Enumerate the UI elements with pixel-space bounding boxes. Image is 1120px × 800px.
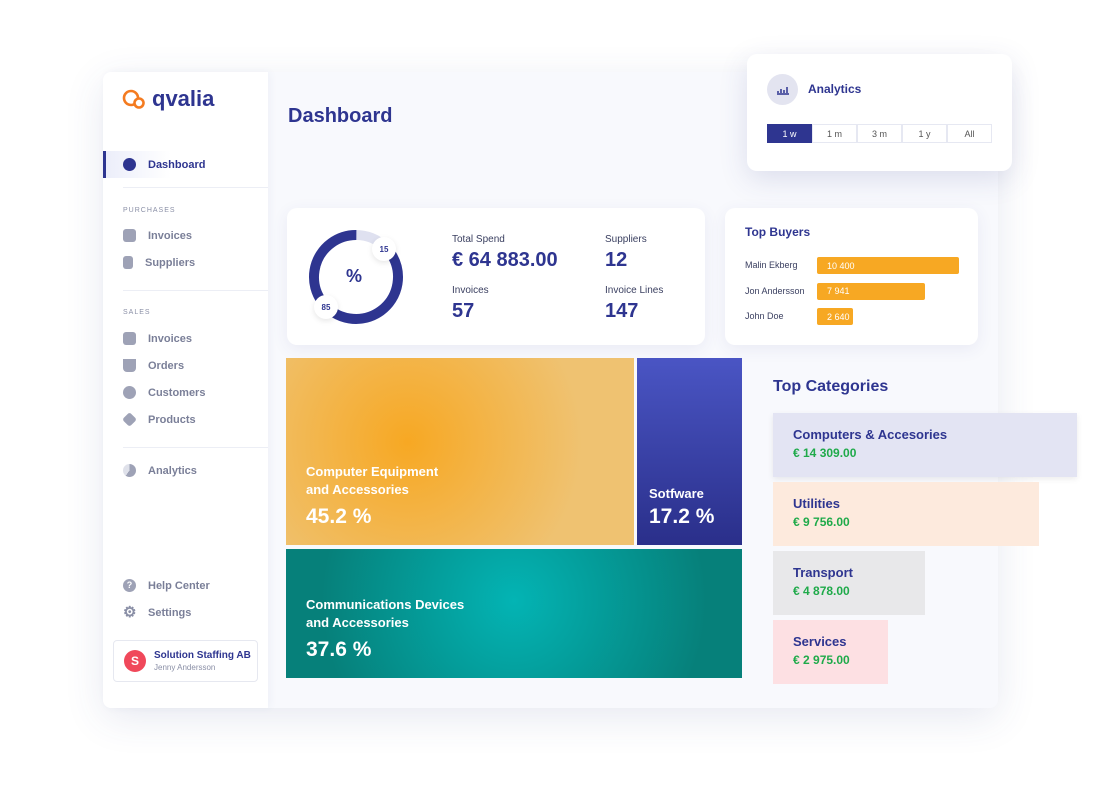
sidebar-item-products[interactable]: Products [103, 406, 268, 433]
sidebar-item-label: Invoices [148, 332, 193, 345]
suppliers-label: Suppliers [605, 234, 647, 245]
qvalia-logo-icon [122, 89, 145, 109]
category-name: Computers & Accesories [793, 427, 948, 442]
box-icon [122, 412, 137, 427]
category-services[interactable]: Services € 2 975.00 [773, 620, 888, 684]
invoices-value: 57 [452, 300, 475, 322]
category-name: Utilities [793, 496, 840, 511]
divider [123, 447, 268, 448]
category-value: € 9 756.00 [793, 515, 850, 529]
help-icon: ? [123, 579, 136, 592]
analytics-popup [747, 54, 1012, 171]
sidebar-item-suppliers[interactable]: Suppliers [103, 249, 268, 276]
section-header-sales: SALES [123, 309, 151, 316]
buyer-name: Malin Ekberg [745, 260, 798, 270]
buyer-name: Jon Andersson [745, 285, 805, 296]
sidebar-item-customers[interactable]: Customers [103, 379, 268, 406]
buyer-bar: 7 941 [817, 282, 926, 300]
suppliers-value: 12 [605, 249, 628, 271]
user-name: Jenny Andersson [154, 663, 216, 672]
user-icon [123, 386, 136, 399]
company-name: Solution Staffing AB [154, 650, 251, 661]
category-value: € 2 975.00 [793, 653, 850, 667]
sidebar-item-purchase-invoices[interactable]: Invoices [103, 222, 268, 249]
category-computers[interactable]: Computers & Accesories € 14 309.00 [773, 413, 1077, 477]
treemap-computer-equipment[interactable]: Computer Equipment and Accessories 45.2 % [286, 358, 634, 545]
category-name: Services [793, 634, 847, 649]
category-name: Transport [793, 565, 853, 580]
range-tab[interactable]: 1 w [767, 124, 812, 143]
divider [123, 290, 268, 291]
invoice-icon [123, 229, 136, 242]
sidebar-item-dashboard[interactable]: Dashboard [103, 151, 268, 178]
basket-icon [123, 359, 136, 372]
treemap-software[interactable]: Sotfware 17.2 % [637, 358, 742, 545]
range-tab[interactable]: 1 m [812, 124, 857, 143]
buyer-name: John Doe [745, 311, 784, 321]
treemap-percent: 45.2 % [306, 505, 372, 528]
sidebar-item-sales-invoices[interactable]: Invoices [103, 325, 268, 352]
top-buyers-title: Top Buyers [745, 225, 811, 239]
donut-badge-85: 85 [314, 295, 338, 319]
donut-badge-15: 15 [372, 237, 396, 261]
gauge-icon [123, 158, 136, 171]
sidebar-item-label: Products [148, 413, 196, 426]
account-switcher[interactable]: S Solution Staffing AB Jenny Andersson [113, 640, 258, 682]
category-value: € 14 309.00 [793, 446, 857, 460]
buyer-bar: 10 400 [817, 257, 959, 274]
company-logo-icon: S [124, 650, 146, 672]
total-spend-value: € 64 883.00 [452, 249, 558, 271]
range-tab[interactable]: 3 m [857, 124, 902, 143]
sidebar-item-help[interactable]: ? Help Center [103, 572, 268, 599]
treemap-label: and Accessories [306, 482, 409, 497]
sidebar-item-analytics[interactable]: Analytics [103, 457, 268, 484]
category-transport[interactable]: Transport € 4 878.00 [773, 551, 925, 615]
sidebar-item-label: Orders [148, 359, 185, 372]
treemap-label: Communications Devices [306, 597, 465, 612]
sidebar-item-label: Customers [148, 386, 206, 399]
gear-icon: ⚙ [123, 604, 137, 621]
donut-center-label: % [346, 266, 363, 286]
divider [123, 187, 268, 188]
range-tab[interactable]: All [947, 124, 992, 143]
invoices-label: Invoices [452, 285, 489, 296]
brand-name: qvalia [152, 86, 215, 111]
sidebar-item-label: Dashboard [148, 158, 206, 171]
bar-chart-icon [767, 74, 798, 105]
category-utilities[interactable]: Utilities € 9 756.00 [773, 482, 1039, 546]
treemap-percent: 17.2 % [649, 505, 715, 528]
top-categories-title: Top Categories [773, 378, 889, 395]
treemap-label: and Accessories [306, 615, 409, 630]
page-title: Dashboard [288, 105, 393, 127]
category-value: € 4 878.00 [793, 584, 850, 598]
sidebar-item-label: Invoices [148, 229, 193, 242]
sidebar-item-label: Analytics [148, 464, 197, 477]
sidebar-item-label: Suppliers [145, 256, 196, 269]
invoice-icon [123, 332, 136, 345]
building-icon [123, 256, 133, 269]
pie-chart-icon [123, 464, 136, 477]
sidebar-item-orders[interactable]: Orders [103, 352, 268, 379]
invoice-lines-label: Invoice Lines [605, 285, 664, 296]
sidebar-item-label: Help Center [148, 579, 210, 592]
range-selector: 1 w1 m3 m1 y All [767, 124, 992, 143]
treemap-label: Sotfware [649, 486, 704, 501]
sidebar-item-label: Settings [148, 606, 192, 619]
logo[interactable]: qvalia [122, 86, 214, 112]
total-spend-label: Total Spend [452, 234, 505, 245]
analytics-title: Analytics [808, 82, 862, 96]
invoice-lines-value: 147 [605, 300, 639, 322]
treemap-percent: 37.6 % [306, 638, 372, 661]
section-header-purchases: PURCHASES [123, 207, 176, 214]
treemap-communications-devices[interactable]: Communications Devices and Accessories 37.… [286, 549, 742, 678]
range-tab[interactable]: 1 y [902, 124, 947, 143]
buyer-bar: 2 640 [817, 308, 854, 325]
treemap-label: Computer Equipment [306, 464, 439, 479]
sidebar-item-settings[interactable]: ⚙ Settings [103, 599, 268, 626]
